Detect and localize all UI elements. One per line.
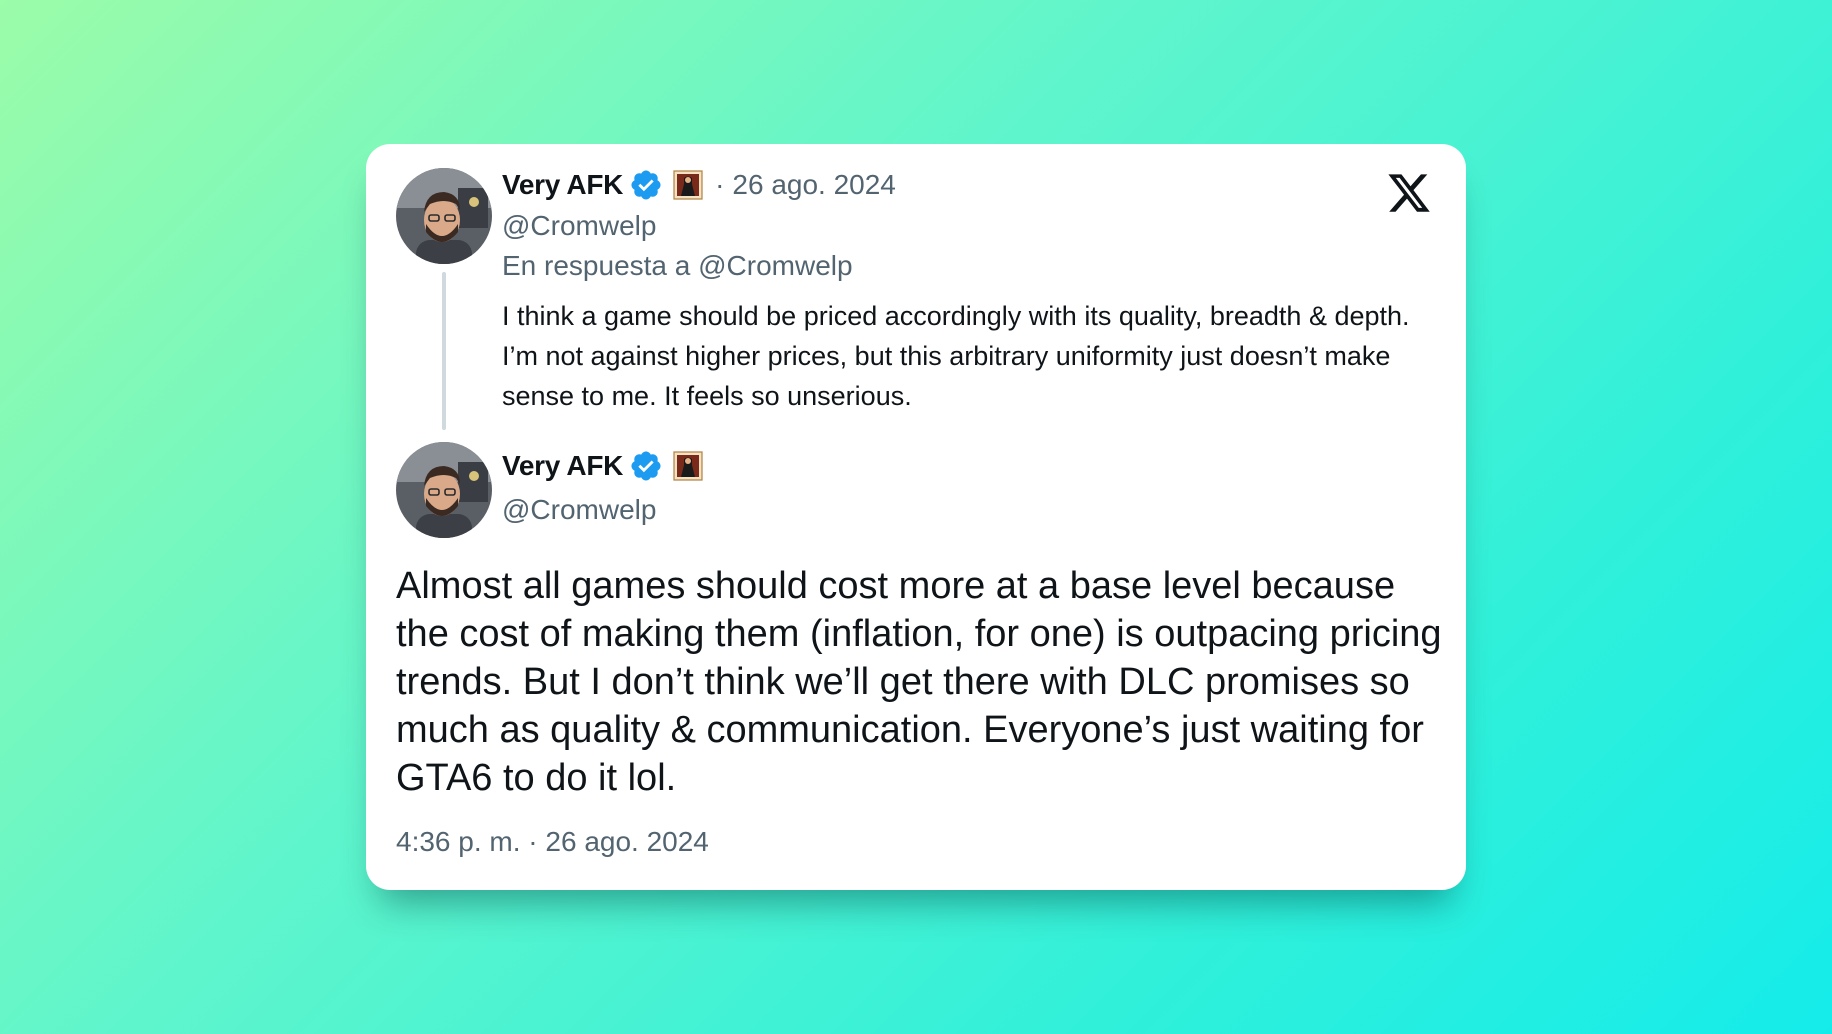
parent-tweet-header: Very AFK · 26 ago. 2024 bbox=[502, 168, 896, 202]
user-handle[interactable]: @Cromwelp bbox=[502, 494, 656, 526]
avatar[interactable] bbox=[396, 442, 492, 538]
avatar[interactable] bbox=[396, 168, 492, 264]
display-name[interactable]: Very AFK bbox=[502, 450, 623, 482]
avatar-photo-icon bbox=[396, 168, 492, 264]
user-handle[interactable]: @Cromwelp bbox=[502, 210, 656, 242]
verified-badge-icon bbox=[631, 170, 661, 200]
reply-context[interactable]: En respuesta a @Cromwelp bbox=[502, 250, 853, 282]
main-tweet-text: Almost all games should cost more at a b… bbox=[396, 565, 1442, 799]
x-logo-icon[interactable] bbox=[1386, 170, 1432, 216]
tweet-timestamp[interactable]: 4:36 p. m. · 26 ago. 2024 bbox=[396, 826, 709, 858]
parent-tweet-text: I think a game should be priced accordin… bbox=[502, 301, 1410, 411]
main-tweet-header: Very AFK bbox=[502, 449, 703, 483]
tweet-card: Very AFK · 26 ago. 2024 @Cromwelp En res… bbox=[366, 144, 1466, 890]
tweet-date[interactable]: 26 ago. 2024 bbox=[732, 169, 896, 201]
avatar-photo-icon bbox=[396, 442, 492, 538]
thread-connector-line bbox=[442, 272, 446, 430]
display-name[interactable]: Very AFK bbox=[502, 169, 623, 201]
affiliate-badge-icon bbox=[673, 170, 703, 200]
separator-dot: · bbox=[715, 169, 725, 200]
affiliate-badge-icon bbox=[673, 451, 703, 481]
page-background: { "parent_tweet": { "display_name": "Ver… bbox=[0, 0, 1832, 1034]
verified-badge-icon bbox=[631, 451, 661, 481]
